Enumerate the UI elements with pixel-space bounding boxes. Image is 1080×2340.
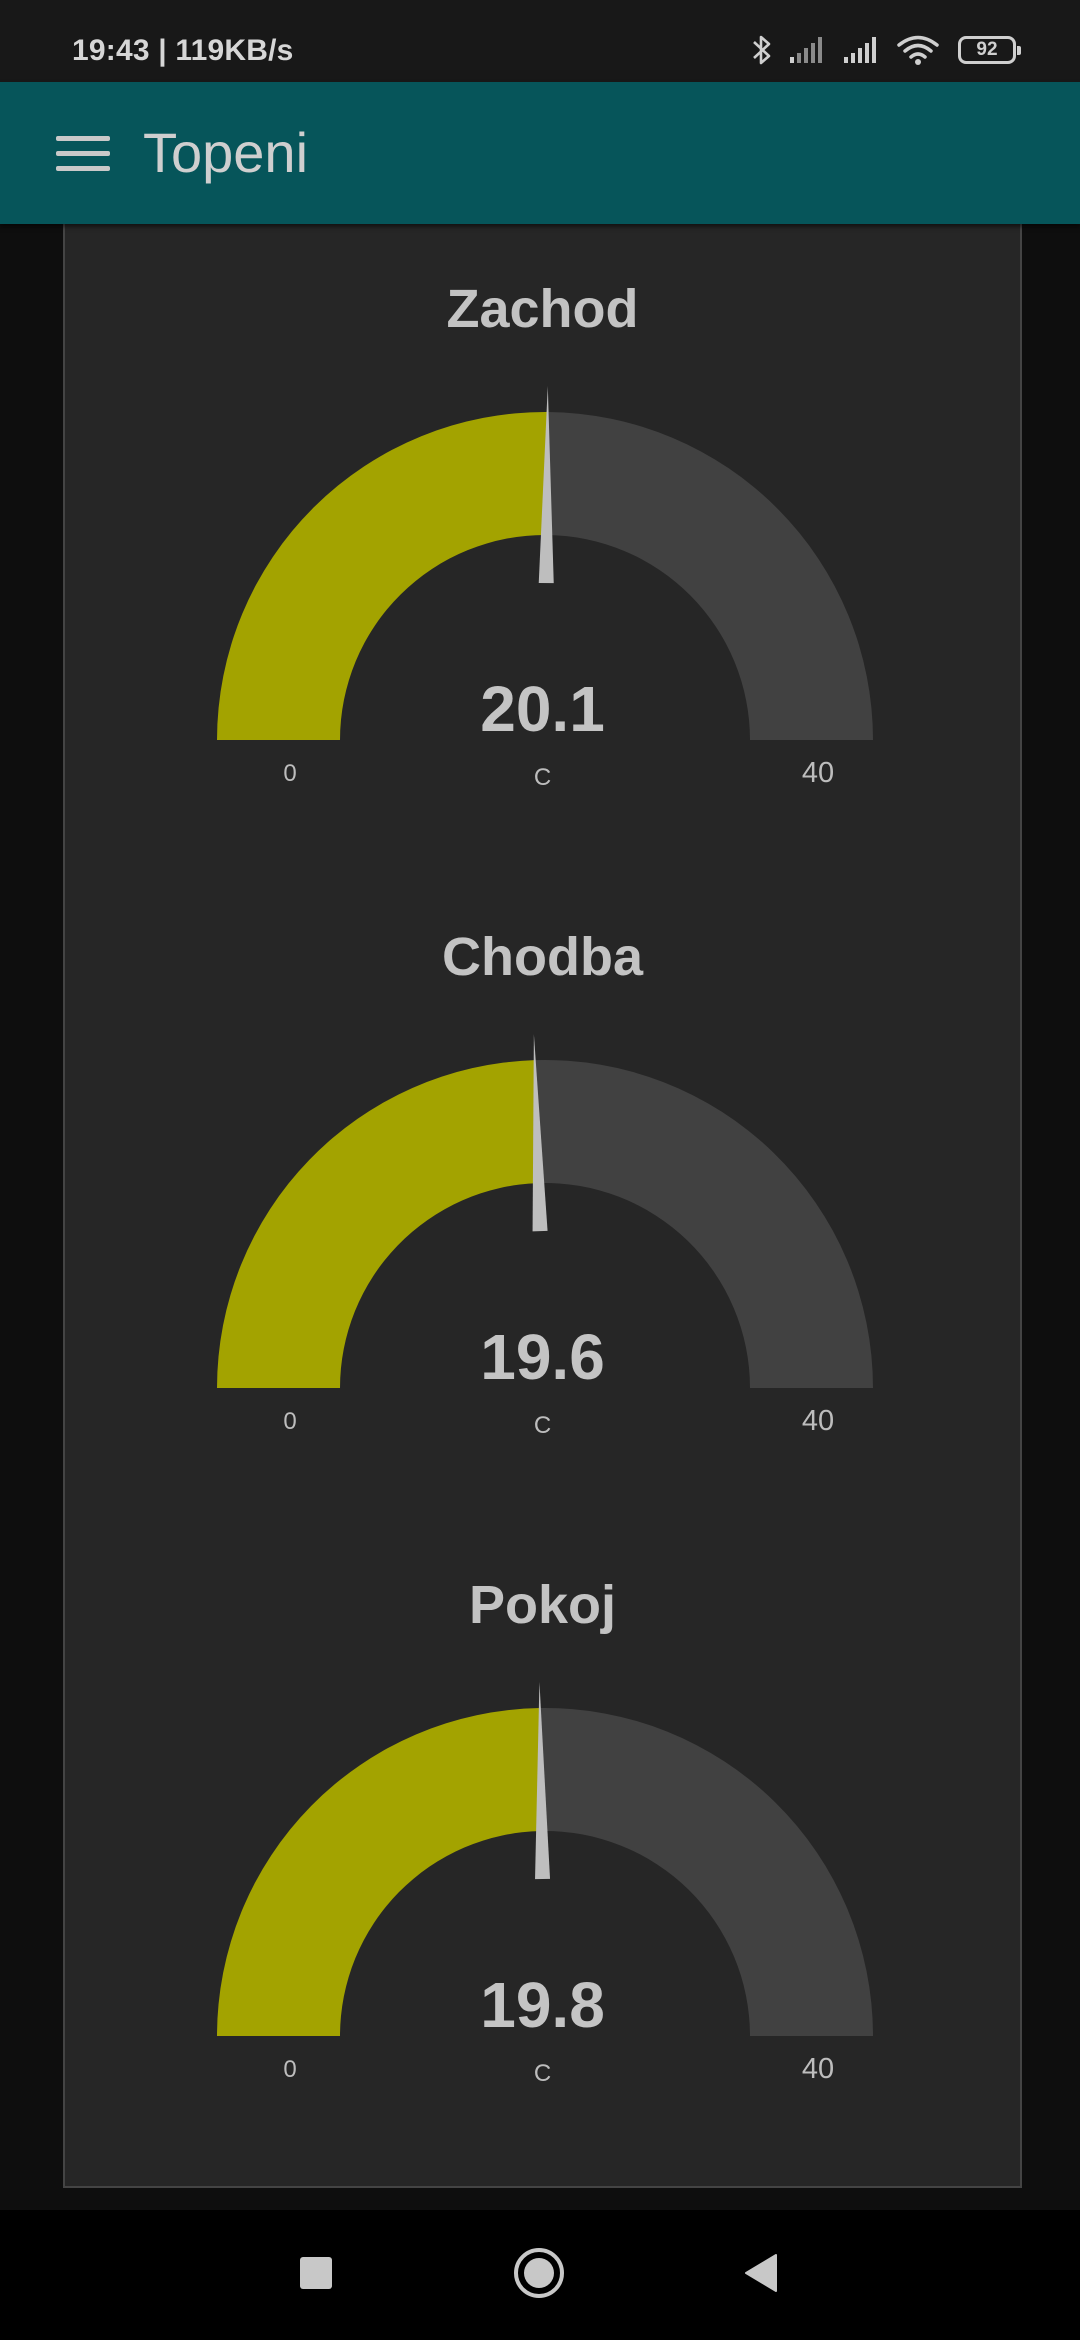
gauge-value: 19.8 xyxy=(480,1969,605,2041)
battery-icon: 92 xyxy=(958,36,1021,64)
app-title: Topeni xyxy=(143,121,309,184)
gauge-min-label: 0 xyxy=(283,2056,297,2083)
signal-icon xyxy=(790,37,822,63)
status-icons: 92 xyxy=(750,30,1021,70)
wifi-icon xyxy=(897,35,939,65)
gauge-widget: Zachod 20.1 C 0 40 xyxy=(65,224,1020,824)
gauge-max-label: 40 xyxy=(801,2053,835,2085)
home-circle-icon[interactable] xyxy=(512,2246,566,2300)
gauge-value: 19.6 xyxy=(480,1321,605,1393)
hamburger-menu-icon[interactable] xyxy=(52,132,116,176)
gauge-max-label: 40 xyxy=(801,1405,835,1437)
app-bar: Topeni xyxy=(0,82,1080,224)
signal-icon xyxy=(844,37,876,63)
gauge-unit: C xyxy=(533,764,552,791)
navigation-bar xyxy=(0,2210,1080,2340)
gauge-card: Zachod 20.1 C 0 40 Chodba 19.6 C 0 40 Po… xyxy=(63,224,1022,2188)
gauge-value: 20.1 xyxy=(480,673,605,745)
gauge-unit: C xyxy=(533,2060,552,2087)
gauge-widget: Chodba 19.6 C 0 40 xyxy=(65,872,1020,1472)
gauge-unit: C xyxy=(533,1412,552,1439)
gauge-widget: Pokoj 19.8 C 0 40 xyxy=(65,1520,1020,2120)
recents-square-icon[interactable] xyxy=(300,2257,332,2289)
gauge-max-label: 40 xyxy=(801,757,835,789)
bluetooth-icon xyxy=(753,35,771,65)
screen: 19:43 | 119KB/s 92 Topeni Zachod 20.1 C … xyxy=(0,0,1080,2340)
back-triangle-icon[interactable] xyxy=(742,2253,782,2293)
status-bar: 19:43 | 119KB/s 92 xyxy=(0,0,1080,82)
gauge-min-label: 0 xyxy=(283,1408,297,1435)
gauge-min-label: 0 xyxy=(283,760,297,787)
